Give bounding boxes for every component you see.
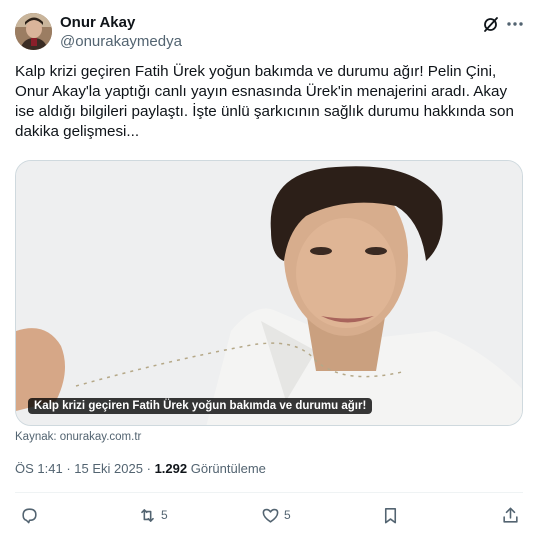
media-caption: Kalp krizi geçiren Fatih Ürek yoğun bakı…: [28, 398, 373, 414]
link-source[interactable]: Kaynak: onurakay.com.tr: [15, 431, 141, 443]
views-count: 1.292: [154, 461, 188, 476]
share-icon: [503, 507, 518, 523]
bookmark-icon: [384, 507, 397, 523]
tweet-time[interactable]: ÖS 1:41: [15, 461, 63, 476]
heart-icon: [262, 508, 279, 523]
views-label: Görüntüleme: [190, 461, 266, 476]
tweet-date[interactable]: 15 Eki 2025: [74, 461, 143, 476]
retweet-icon: [141, 508, 154, 522]
avatar[interactable]: [15, 13, 52, 50]
more-icon[interactable]: [505, 14, 525, 34]
retweet-count: 5: [161, 508, 168, 522]
tweet-meta: ÖS 1:41 · 15 Eki 2025 · 1.292 Görüntülem…: [15, 461, 266, 476]
meta-separator: ·: [146, 461, 151, 476]
tweet-media[interactable]: Kalp krizi geçiren Fatih Ürek yoğun bakı…: [15, 160, 523, 426]
tweet-text: Kalp krizi geçiren Fatih Ürek yoğun bakı…: [15, 63, 514, 140]
meta-separator: ·: [66, 461, 71, 476]
reply-button[interactable]: [20, 505, 43, 525]
bookmark-button[interactable]: [381, 505, 400, 525]
share-button[interactable]: [501, 505, 520, 525]
like-count: 5: [284, 508, 291, 522]
media-photo: [16, 161, 522, 425]
author-handle[interactable]: @onurakaymedya: [60, 33, 182, 50]
retweet-button[interactable]: 5: [138, 505, 168, 525]
grok-icon[interactable]: [481, 14, 501, 34]
reply-icon: [22, 507, 37, 523]
tweet-card: Onur Akay @onurakaymedya Kalp krizi geçi…: [0, 0, 533, 539]
author-name[interactable]: Onur Akay: [60, 14, 135, 31]
like-button[interactable]: 5: [261, 505, 291, 525]
divider: [15, 492, 523, 493]
